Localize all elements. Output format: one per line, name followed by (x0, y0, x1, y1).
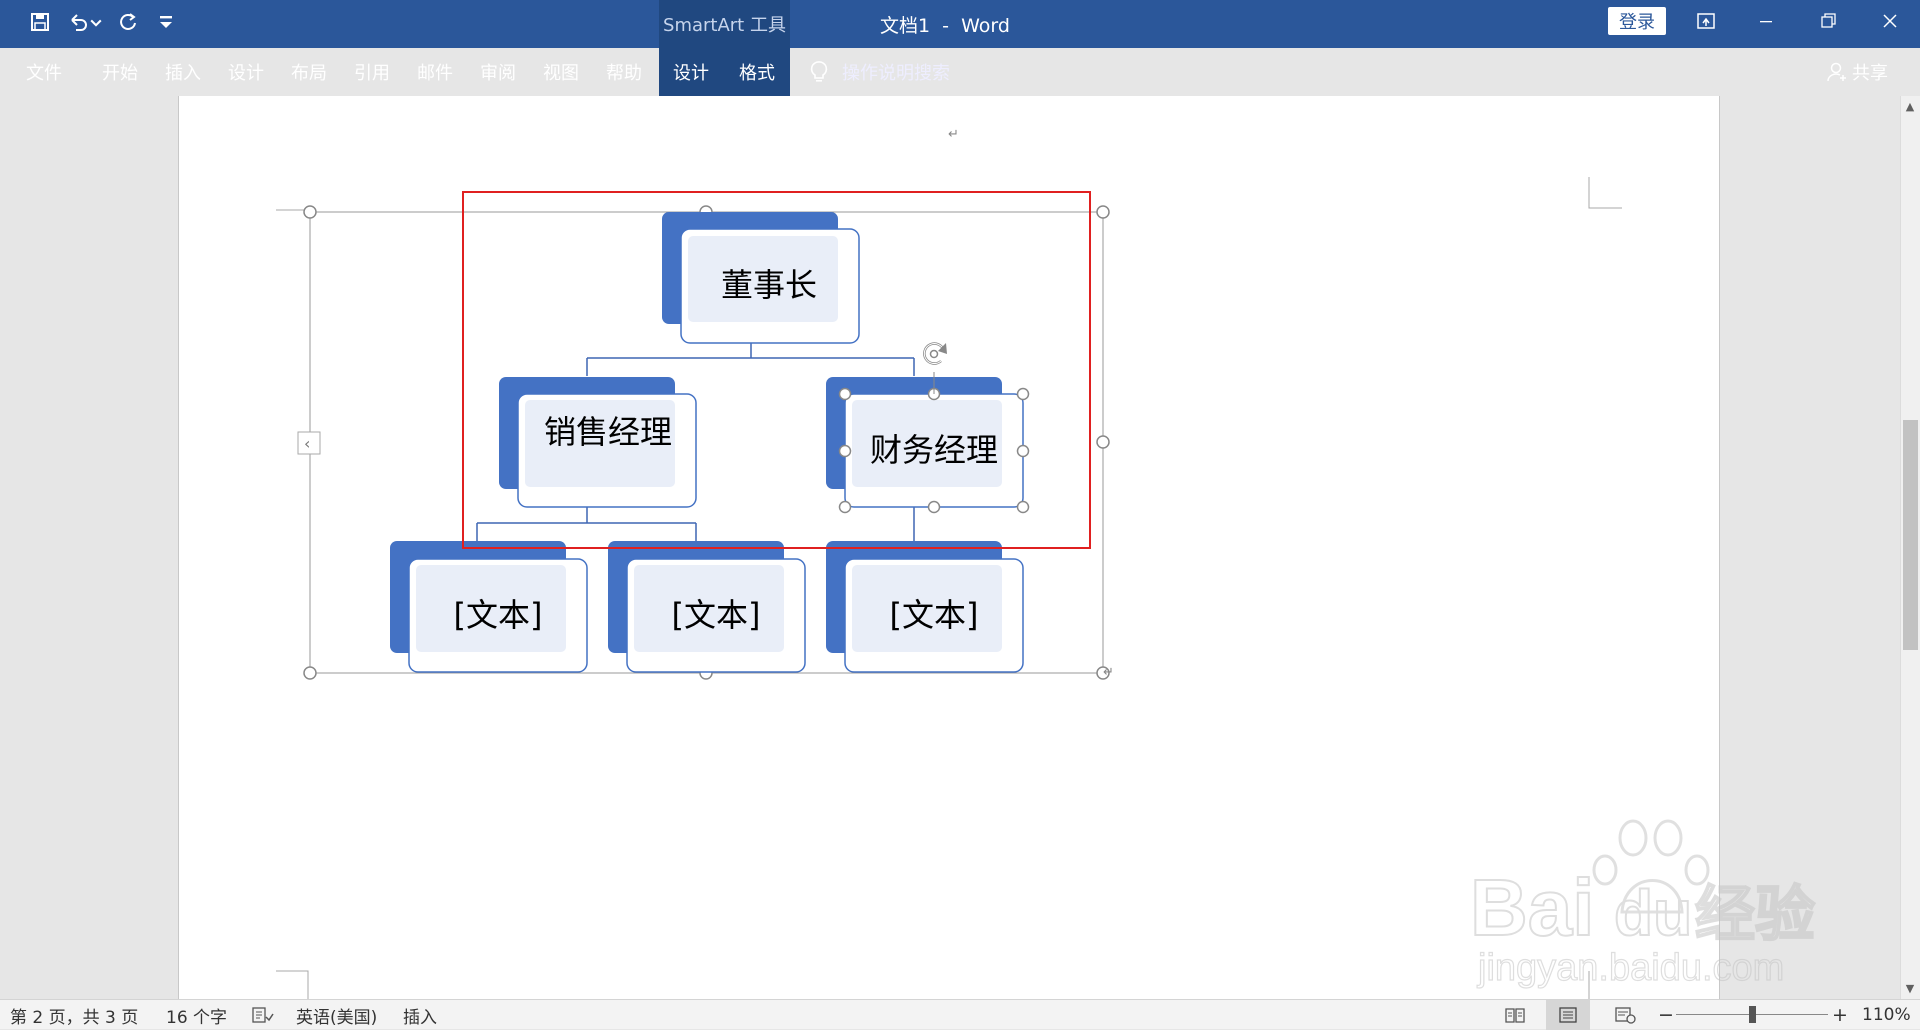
insert-mode[interactable]: 插入 (403, 1000, 437, 1030)
page-canvas: ↵ ↵ ‹ 董事长 销售经理 财务经理 [文本] [文本] [文本] Bai d… (276, 127, 1816, 999)
tab-smartart-format[interactable]: 格式 (731, 48, 783, 96)
watermark-brand: Bai (1470, 863, 1595, 952)
close-icon[interactable] (1860, 0, 1920, 42)
node-sales-manager-text: 销售经理 (544, 413, 672, 451)
collapse-arrow-icon: ‹ (304, 434, 310, 453)
node-sales-manager[interactable]: 销售经理 (499, 377, 697, 508)
node-text-placeholder-3[interactable]: [文本] (826, 541, 1024, 673)
ribbon-tab-bar: 文件 开始 插入 设计 布局 引用 邮件 审阅 视图 帮助 设计 格式 操作说明… (0, 48, 1920, 96)
node-finance-manager[interactable]: 财务经理 (826, 377, 1024, 508)
tab-file[interactable]: 文件 (18, 48, 70, 96)
crop-mark-bottom-left (276, 970, 309, 999)
ribbon-display-icon[interactable] (1676, 0, 1736, 42)
paragraph-mark: ↵ (948, 127, 959, 142)
zoom-out-button[interactable]: − (1658, 1000, 1674, 1030)
smartart-paragraph-mark: ↵ (1103, 665, 1114, 680)
watermark-url: jingyan.baidu.com (1477, 947, 1784, 989)
redo-icon[interactable] (114, 8, 142, 36)
crop-mark-top-right (1588, 177, 1622, 209)
proofing-icon[interactable] (252, 1000, 274, 1030)
lightbulb-icon (810, 61, 828, 82)
zoom-slider-thumb[interactable] (1749, 1006, 1756, 1023)
tab-references[interactable]: 引用 (346, 48, 398, 96)
print-layout-icon[interactable] (1546, 1000, 1590, 1030)
tab-home[interactable]: 开始 (94, 48, 146, 96)
web-layout-icon[interactable] (1614, 1000, 1636, 1030)
document-title: 文档1 - Word (880, 14, 1010, 37)
watermark-brand-tail: du (1614, 877, 1692, 949)
baidu-watermark: Bai du 经验 jingyan.baidu.com (1469, 819, 1816, 990)
language-indicator[interactable]: 英语(美国) (296, 1000, 377, 1030)
status-bar: 第 2 页，共 3 页 16 个字 英语(美国) 插入 − + 110% (0, 999, 1920, 1030)
tell-me-label: 操作说明搜索 (842, 63, 950, 84)
node-text-placeholder-2-text: [文本] (672, 596, 761, 634)
share-label: 共享 (1852, 63, 1888, 84)
node-finance-manager-text: 财务经理 (870, 431, 998, 469)
page-count[interactable]: 第 2 页，共 3 页 (10, 1000, 138, 1030)
zoom-in-button[interactable]: + (1832, 1000, 1848, 1030)
login-button[interactable]: 登录 (1608, 7, 1666, 35)
save-icon[interactable] (26, 8, 54, 36)
word-count[interactable]: 16 个字 (166, 1000, 227, 1030)
scrollbar-thumb[interactable] (1903, 420, 1918, 650)
read-mode-icon[interactable] (1504, 1000, 1526, 1030)
watermark-brand-cn: 经验 (1695, 881, 1815, 948)
tab-smartart-design[interactable]: 设计 (665, 48, 717, 96)
tab-design[interactable]: 设计 (220, 48, 272, 96)
scroll-up-icon[interactable]: ▲ (1901, 97, 1919, 115)
tab-help[interactable]: 帮助 (598, 48, 650, 96)
node-chairman-text: 董事长 (721, 266, 817, 304)
smartart-tools-label: SmartArt 工具 (659, 0, 790, 48)
scroll-down-icon[interactable]: ▼ (1901, 979, 1919, 997)
node-chairman[interactable]: 董事长 (662, 212, 860, 344)
node-text-placeholder-2[interactable]: [文本] (608, 541, 806, 673)
node-text-placeholder-1[interactable]: [文本] (390, 541, 588, 673)
person-icon (1827, 62, 1846, 82)
share-button[interactable]: 共享 (1826, 48, 1888, 96)
tab-insert[interactable]: 插入 (157, 48, 209, 96)
tab-mailings[interactable]: 邮件 (409, 48, 461, 96)
tab-review[interactable]: 审阅 (472, 48, 524, 96)
node-text-placeholder-1-text: [文本] (454, 596, 543, 634)
restore-icon[interactable] (1798, 0, 1858, 42)
minimize-icon[interactable] (1736, 0, 1796, 42)
customize-qat-icon[interactable] (156, 8, 176, 36)
tab-layout[interactable]: 布局 (283, 48, 335, 96)
text-pane-toggle[interactable]: ‹ (297, 431, 321, 455)
node-text-placeholder-3-text: [文本] (890, 596, 979, 634)
zoom-level[interactable]: 110% (1862, 1000, 1911, 1030)
tab-view[interactable]: 视图 (535, 48, 587, 96)
title-bar: SmartArt 工具 文档1 - Word 登录 (0, 0, 1920, 48)
tell-me-search[interactable]: 操作说明搜索 (808, 48, 950, 96)
undo-dropdown-icon[interactable] (88, 8, 104, 36)
